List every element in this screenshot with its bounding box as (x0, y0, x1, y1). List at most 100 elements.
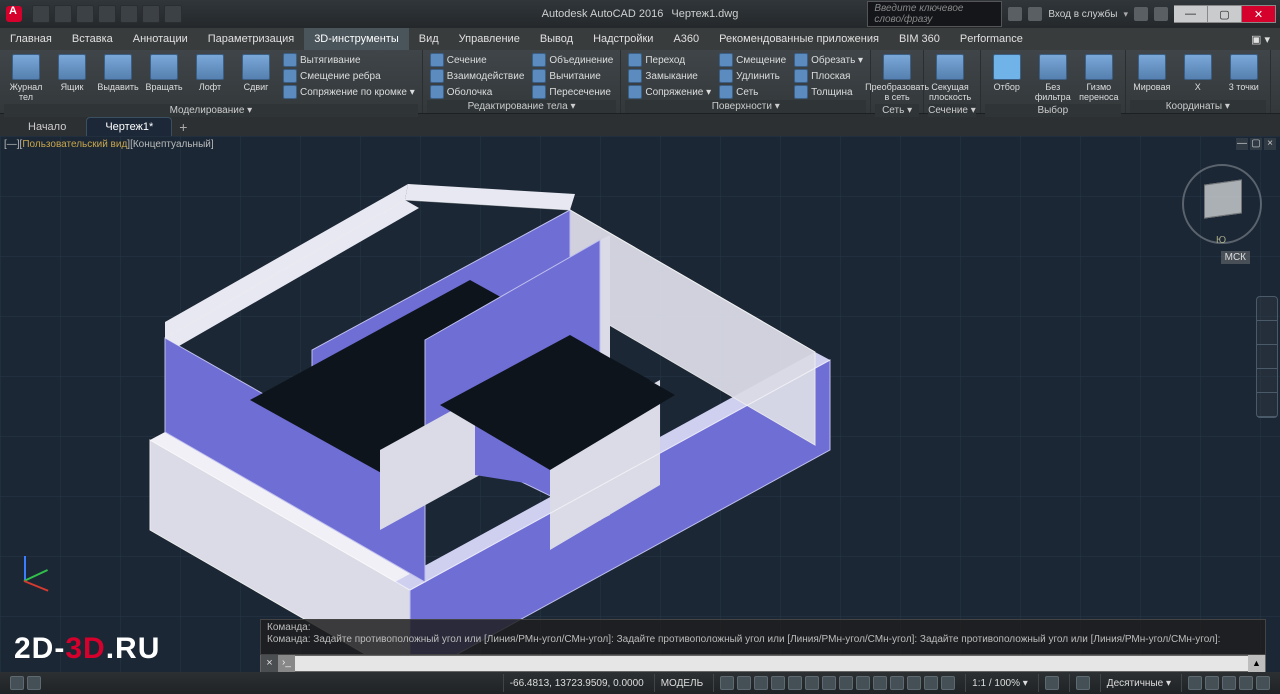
qat-save-icon[interactable] (76, 5, 94, 23)
cmd-close-icon[interactable]: × (261, 655, 278, 672)
btn-surf-offset[interactable]: Смещение (716, 52, 789, 68)
panel-modeling-caption[interactable]: Моделирование ▾ (4, 104, 418, 117)
tab-insert[interactable]: Вставка (62, 28, 123, 50)
btn-surf-thicken[interactable]: Толщина (791, 84, 866, 100)
btn-intersect[interactable]: Пересечение (529, 84, 616, 100)
model-tab-icon[interactable] (10, 676, 24, 690)
nav-pan-icon[interactable] (1257, 321, 1277, 345)
tab-fold-icon[interactable]: ▣ ▾ (1241, 28, 1280, 50)
btn-surf-trim[interactable]: Обрезать ▾ (791, 52, 866, 68)
qp-toggle-icon[interactable] (924, 676, 938, 690)
nav-orbit-icon[interactable] (1257, 369, 1277, 393)
vp-close-icon[interactable]: × (1264, 138, 1276, 150)
layout-tabs[interactable] (4, 674, 47, 692)
status-annoscale[interactable] (1038, 674, 1065, 692)
btn-shell[interactable]: Оболочка (427, 84, 528, 100)
tab-featured-apps[interactable]: Рекомендованные приложения (709, 28, 889, 50)
tpy-toggle-icon[interactable] (907, 676, 921, 690)
tab-view[interactable]: Вид (409, 28, 449, 50)
app-logo-icon[interactable] (6, 6, 22, 22)
btn-interfere[interactable]: Взаимодействие (427, 68, 528, 84)
btn-box[interactable]: Ящик (50, 52, 94, 94)
btn-extrude[interactable]: Выдавить (96, 52, 140, 94)
qv-icon[interactable] (1188, 676, 1202, 690)
polar-toggle-icon[interactable] (771, 676, 785, 690)
minimize-button[interactable]: — (1174, 5, 1208, 23)
qat-new-icon[interactable] (32, 5, 50, 23)
btn-move-gizmo[interactable]: Гизмо переноса (1077, 52, 1121, 104)
qat-open-icon[interactable] (54, 5, 72, 23)
tab-a360[interactable]: A360 (663, 28, 709, 50)
viewport-label[interactable]: [—][Пользовательский вид][Концептуальный… (4, 139, 214, 150)
qat-saveas-icon[interactable] (98, 5, 116, 23)
customize-icon[interactable] (1256, 676, 1270, 690)
tab-addins[interactable]: Надстройки (583, 28, 663, 50)
status-space[interactable]: МОДЕЛЬ (654, 674, 709, 692)
btn-surf-blend[interactable]: Переход (625, 52, 714, 68)
cmd-history-up-icon[interactable]: ▲ (1248, 655, 1265, 672)
vp-minimize-icon[interactable]: — (1236, 138, 1248, 150)
panel-mesh-caption[interactable]: Сеть ▾ (875, 104, 919, 117)
btn-ucs-3point[interactable]: 3 точки (1222, 52, 1266, 94)
signin-chevron[interactable]: ▾ (1123, 9, 1128, 20)
btn-no-filter[interactable]: Без фильтра (1031, 52, 1075, 104)
exchange-icon[interactable] (1134, 7, 1148, 21)
dyn-input-toggle-icon[interactable] (873, 676, 887, 690)
tab-home[interactable]: Главная (0, 28, 62, 50)
layout-tab-icon[interactable] (27, 676, 41, 690)
signin-icon[interactable] (1028, 7, 1042, 21)
3dosnap-toggle-icon[interactable] (822, 676, 836, 690)
panel-surfaces-caption[interactable]: Поверхности ▾ (625, 100, 866, 113)
visual-style[interactable]: Концептуальный (133, 139, 211, 150)
view-name[interactable]: Пользовательский вид (22, 139, 127, 150)
tab-annotate[interactable]: Аннотации (123, 28, 198, 50)
btn-sweep[interactable]: Сдвиг (234, 52, 278, 94)
qat-undo-icon[interactable] (142, 5, 160, 23)
btn-loft[interactable]: Лофт (188, 52, 232, 94)
hw-accel-icon[interactable] (1205, 676, 1219, 690)
btn-surf-network[interactable]: Сеть (716, 84, 789, 100)
btn-section-plane[interactable]: Секущая плоскость (928, 52, 972, 104)
signin-label[interactable]: Вход в службы (1048, 9, 1117, 20)
dynucs-toggle-icon[interactable] (856, 676, 870, 690)
btn-fillet-edge[interactable]: Сопряжение по кромке ▾ (280, 84, 418, 100)
btn-solid-history[interactable]: Журнал тел (4, 52, 48, 104)
status-coords[interactable]: -66.4813, 13723.9509, 0.0000 (503, 674, 650, 692)
command-input[interactable] (295, 657, 1248, 670)
tab-manage[interactable]: Управление (449, 28, 530, 50)
help-icon[interactable] (1154, 7, 1168, 21)
view-cube[interactable]: Ю (1182, 164, 1262, 244)
grid-toggle-icon[interactable] (720, 676, 734, 690)
btn-ucs-x[interactable]: X (1176, 52, 1220, 94)
sc-toggle-icon[interactable] (941, 676, 955, 690)
cmd-prompt-icon[interactable]: ›_ (278, 655, 295, 672)
btn-presspull[interactable]: Вытягивание (280, 52, 418, 68)
doc-tab-drawing1[interactable]: Чертеж1* (86, 117, 172, 136)
btn-world-ucs[interactable]: Мировая (1130, 52, 1174, 94)
btn-surf-extend[interactable]: Удлинить (716, 68, 789, 84)
maximize-button[interactable]: ▢ (1208, 5, 1242, 23)
snap-toggle-icon[interactable] (737, 676, 751, 690)
binoculars-icon[interactable] (1008, 7, 1022, 21)
status-workspace[interactable] (1069, 674, 1096, 692)
nav-wheel-icon[interactable] (1257, 297, 1277, 321)
model-viewport[interactable]: [—][Пользовательский вид][Концептуальный… (0, 136, 1280, 672)
osnap-toggle-icon[interactable] (805, 676, 819, 690)
isoplane-toggle-icon[interactable] (788, 676, 802, 690)
close-button[interactable]: ✕ (1242, 5, 1276, 23)
panel-section-caption[interactable]: Сечение ▾ (928, 104, 976, 117)
btn-subtract[interactable]: Вычитание (529, 68, 616, 84)
qat-redo-icon[interactable] (164, 5, 182, 23)
btn-surf-planar[interactable]: Плоская (791, 68, 866, 84)
viewcube-south[interactable]: Ю (1216, 235, 1226, 246)
otrack-toggle-icon[interactable] (839, 676, 853, 690)
nav-zoom-icon[interactable] (1257, 345, 1277, 369)
btn-culling[interactable]: Отбор (985, 52, 1029, 94)
viewcube-cube-icon[interactable] (1204, 179, 1242, 218)
lwt-toggle-icon[interactable] (890, 676, 904, 690)
doc-tab-start[interactable]: Начало (10, 118, 84, 136)
status-units[interactable]: Десятичные ▾ (1100, 674, 1177, 692)
vp-maximize-icon[interactable]: ▢ (1250, 138, 1262, 150)
tab-performance[interactable]: Performance (950, 28, 1033, 50)
panel-coordinates-caption[interactable]: Координаты ▾ (1130, 100, 1266, 113)
